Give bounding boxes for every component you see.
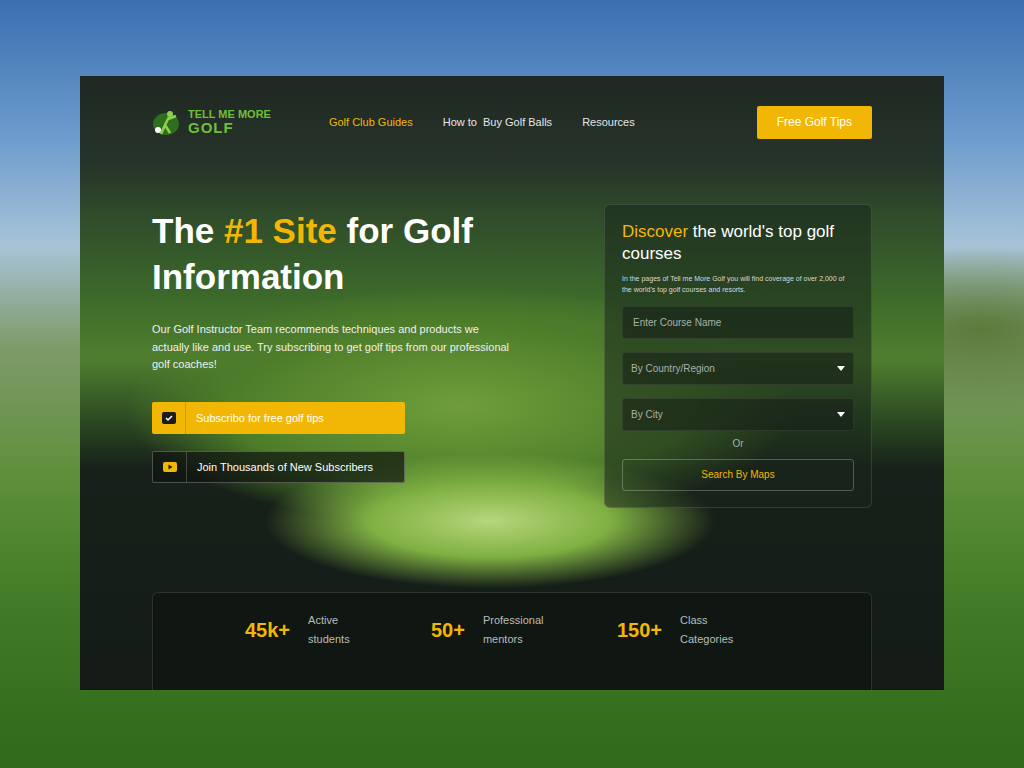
caret-down-icon bbox=[837, 366, 845, 371]
play-icon bbox=[163, 462, 177, 472]
logo[interactable]: TELL ME MOREGOLF bbox=[152, 108, 271, 136]
nav-link[interactable]: How to Buy Golf Balls bbox=[443, 116, 552, 128]
nav-link[interactable]: Resources bbox=[582, 116, 635, 128]
caret-down-icon bbox=[837, 412, 845, 417]
subscribe-button[interactable]: Subscribo for free golf tips bbox=[152, 402, 405, 434]
free-tips-button[interactable]: Free Golf Tips bbox=[757, 106, 872, 139]
stats-bar: 45k+Active students 50+Professional mento… bbox=[152, 592, 872, 690]
stat: 45k+Active students bbox=[245, 611, 375, 651]
logo-text: TELL ME MOREGOLF bbox=[188, 109, 271, 135]
join-button[interactable]: Join Thousands of New Subscribers bbox=[152, 451, 405, 483]
search-title: Discover the world's top golf courses bbox=[622, 221, 854, 265]
hero-body: Our Golf Instructor Team recommends tech… bbox=[152, 321, 512, 374]
select-field[interactable]: By Country/Region bbox=[622, 352, 854, 385]
hero-text: The #1 Site for Golf Information Our Golf… bbox=[152, 204, 532, 508]
stat: 150+Class Categories bbox=[617, 611, 747, 651]
nav-links: Golf Club Guides How to Buy Golf Balls Res… bbox=[329, 116, 757, 128]
nav-bar: TELL ME MOREGOLF Golf Club Guides How to B… bbox=[152, 104, 872, 140]
page: TELL ME MOREGOLF Golf Club Guides How to B… bbox=[0, 0, 1024, 690]
search-maps-button[interactable]: Search By Maps bbox=[622, 459, 854, 491]
search-description: In the pages of Tell me More Golf you wi… bbox=[622, 273, 854, 295]
check-icon bbox=[162, 412, 176, 424]
hero: The #1 Site for Golf Information Our Golf… bbox=[152, 204, 872, 508]
golfer-logo-icon bbox=[152, 108, 184, 136]
hero-title: The #1 Site for Golf Information bbox=[152, 208, 532, 299]
search-panel: Discover the world's top golf courses In … bbox=[604, 204, 872, 508]
course-name-input[interactable] bbox=[631, 316, 845, 329]
select-field[interactable]: By City bbox=[622, 398, 854, 431]
nav-link[interactable]: Golf Club Guides bbox=[329, 116, 413, 128]
landing-card: TELL ME MOREGOLF Golf Club Guides How to B… bbox=[80, 76, 944, 690]
stat: 50+Professional mentors bbox=[431, 611, 561, 651]
course-name-field[interactable] bbox=[622, 306, 854, 339]
or-separator: Or bbox=[622, 438, 854, 449]
hero-buttons: Subscribo for free golf tips Join Thousan… bbox=[152, 402, 532, 483]
